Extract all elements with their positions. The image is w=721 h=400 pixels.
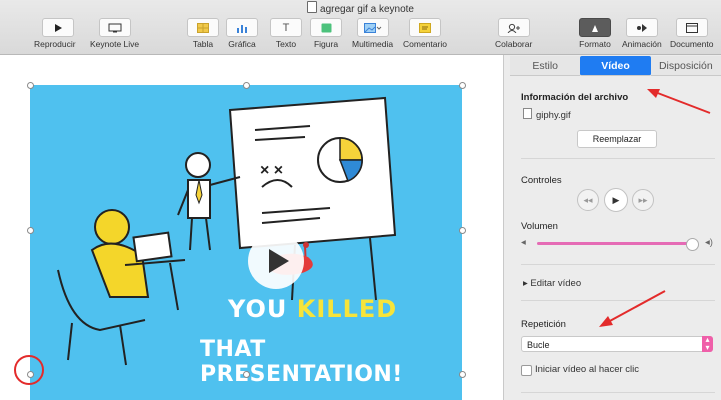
controls-title: Controles (521, 175, 562, 186)
divider (521, 158, 715, 159)
document-icon (307, 1, 318, 13)
video-play-control[interactable]: ▶ (604, 188, 628, 212)
svg-text:× ×: × × (260, 162, 283, 179)
tab-video[interactable]: Vídeo (580, 56, 651, 76)
format-brush-icon (579, 18, 611, 37)
selection-handle-top-right[interactable] (459, 82, 466, 89)
annotation-circle (14, 355, 44, 385)
text-button[interactable]: T Texto (270, 18, 302, 49)
selection-handle-bottom[interactable] (243, 371, 250, 378)
slide-text-line-2: THAT PRESENTATION! (200, 337, 403, 387)
text-icon: T (270, 18, 302, 37)
play-icon (41, 18, 74, 37)
animate-icon (625, 18, 658, 37)
volume-slider-knob[interactable] (686, 238, 699, 251)
fast-forward-icon: ▸▸ (638, 194, 648, 205)
document-button[interactable]: Documento (670, 18, 713, 49)
rewind-icon: ◂◂ (583, 194, 593, 205)
collaborate-icon (497, 18, 530, 37)
tab-arrange[interactable]: Disposición (650, 56, 721, 76)
file-icon (523, 108, 532, 119)
slide-text-line-1: YOU KILLED (228, 295, 398, 323)
play-icon: ▶ (612, 194, 620, 205)
edit-video-disclosure[interactable]: ▸ Editar vídeo (523, 278, 581, 289)
file-info-title: Información del archivo (521, 92, 629, 103)
select-arrows-icon: ▴ ▾ (702, 336, 713, 352)
shape-button[interactable]: Figura (310, 18, 342, 49)
keynote-live-button[interactable]: Keynote Live (90, 18, 139, 49)
tab-style[interactable]: Estilo (510, 56, 581, 76)
volume-high-icon: ◂) (705, 237, 713, 248)
table-button[interactable]: Tabla (187, 18, 219, 49)
selection-handle-right[interactable] (459, 227, 466, 234)
volume-title: Volumen (521, 221, 558, 232)
divider (521, 264, 715, 265)
keynote-live-icon (98, 18, 131, 37)
divider (521, 300, 715, 301)
rewind-button[interactable]: ◂◂ (577, 189, 599, 211)
selection-handle-top-left[interactable] (27, 82, 34, 89)
animate-button[interactable]: Animación (622, 18, 662, 49)
selection-handle-left[interactable] (27, 227, 34, 234)
chart-icon (226, 18, 258, 37)
media-button[interactable]: Multimedia (352, 18, 393, 49)
start-on-click-label: Iniciar vídeo al hacer clic (535, 364, 640, 375)
selection-handle-top[interactable] (243, 82, 250, 89)
inspector-tabs: Estilo Vídeo Disposición (510, 56, 721, 76)
file-name-row: giphy.gif (523, 108, 571, 121)
volume-slider[interactable] (537, 242, 691, 245)
toolbar: agregar gif a keynote Reproducir Keynote… (0, 0, 721, 55)
divider (521, 392, 715, 393)
media-icon (356, 18, 389, 37)
chart-button[interactable]: Gráfica (226, 18, 258, 49)
slide-canvas: × × YOU KILLED THAT PRESENTATION! (0, 55, 504, 400)
volume-low-icon: ◂ (521, 237, 526, 248)
collaborate-button[interactable]: Colaborar (495, 18, 532, 49)
comment-button[interactable]: Comentario (403, 18, 447, 49)
replace-button[interactable]: Reemplazar (577, 130, 657, 148)
play-button[interactable]: Reproducir (34, 18, 76, 49)
video-play-button[interactable] (248, 233, 304, 289)
format-button[interactable]: Formato (579, 18, 611, 49)
window-title: agregar gif a keynote (0, 1, 721, 15)
document-panel-icon (675, 18, 708, 37)
fast-forward-button[interactable]: ▸▸ (632, 189, 654, 211)
start-on-click-checkbox[interactable] (521, 365, 532, 376)
table-icon (187, 18, 219, 37)
comment-icon (408, 18, 441, 37)
format-inspector: Estilo Vídeo Disposición Información del… (504, 55, 721, 400)
repeat-title: Repetición (521, 319, 566, 330)
shape-icon (310, 18, 342, 37)
gif-video-object[interactable]: × × YOU KILLED THAT PRESENTATION! (30, 85, 462, 400)
selection-handle-bottom-right[interactable] (459, 371, 466, 378)
repeat-select[interactable]: Bucle ▴ ▾ (521, 336, 713, 352)
